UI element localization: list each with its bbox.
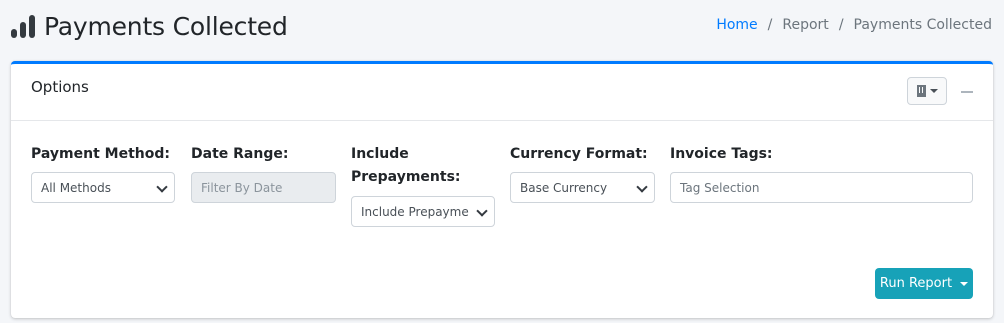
chevron-down-icon [636,181,648,193]
payment-method-select[interactable]: All Methods [31,172,175,203]
date-range-label: Date Range: [191,146,289,162]
title-wrap: Payments Collected [10,12,288,42]
run-report-button[interactable]: Run Report [875,268,973,299]
page-header: Payments Collected Home / Report / Payme… [0,0,1004,58]
run-report-label: Run Report [879,276,953,291]
minus-icon[interactable] [961,91,973,93]
caret-down-icon [960,281,969,286]
building-icon [916,85,926,97]
currency-format-label: Currency Format: [510,146,648,162]
breadcrumb-current: Payments Collected [853,17,992,33]
date-range-placeholder: Filter By Date [201,180,283,195]
breadcrumb: Home / Report / Payments Collected [716,17,992,33]
chevron-down-icon [476,205,488,217]
options-card: Options Payment Method: All Methods Date… [11,61,993,318]
currency-format-value: Base Currency [520,180,608,195]
card-title: Options [31,78,89,96]
invoice-tags-placeholder: Tag Selection [680,180,760,195]
payment-method-label: Payment Method: [31,146,170,162]
include-prepayments-label-line1: Include [351,146,409,162]
include-prepayments-label: Include Prepayments: [351,143,461,189]
invoice-tags-input[interactable]: Tag Selection [670,172,973,203]
caret-down-icon [929,89,938,93]
date-range-input[interactable]: Filter By Date [191,172,336,203]
invoice-tags-label: Invoice Tags: [670,146,773,162]
chart-bars-icon [10,14,36,40]
breadcrumb-separator: / [838,17,844,33]
currency-format-select[interactable]: Base Currency [510,172,655,203]
breadcrumb-home-link[interactable]: Home [716,17,757,33]
company-dropdown-button[interactable] [907,77,947,105]
chevron-down-icon [156,181,168,193]
breadcrumb-report: Report [782,17,829,33]
payment-method-value: All Methods [41,180,111,195]
card-header: Options [11,64,993,121]
include-prepayments-select[interactable]: Include Prepayme [351,196,495,227]
page-title: Payments Collected [44,12,288,41]
include-prepayments-value: Include Prepayme [361,204,469,219]
breadcrumb-separator: / [767,17,773,33]
include-prepayments-label-line2: Prepayments: [351,169,461,185]
